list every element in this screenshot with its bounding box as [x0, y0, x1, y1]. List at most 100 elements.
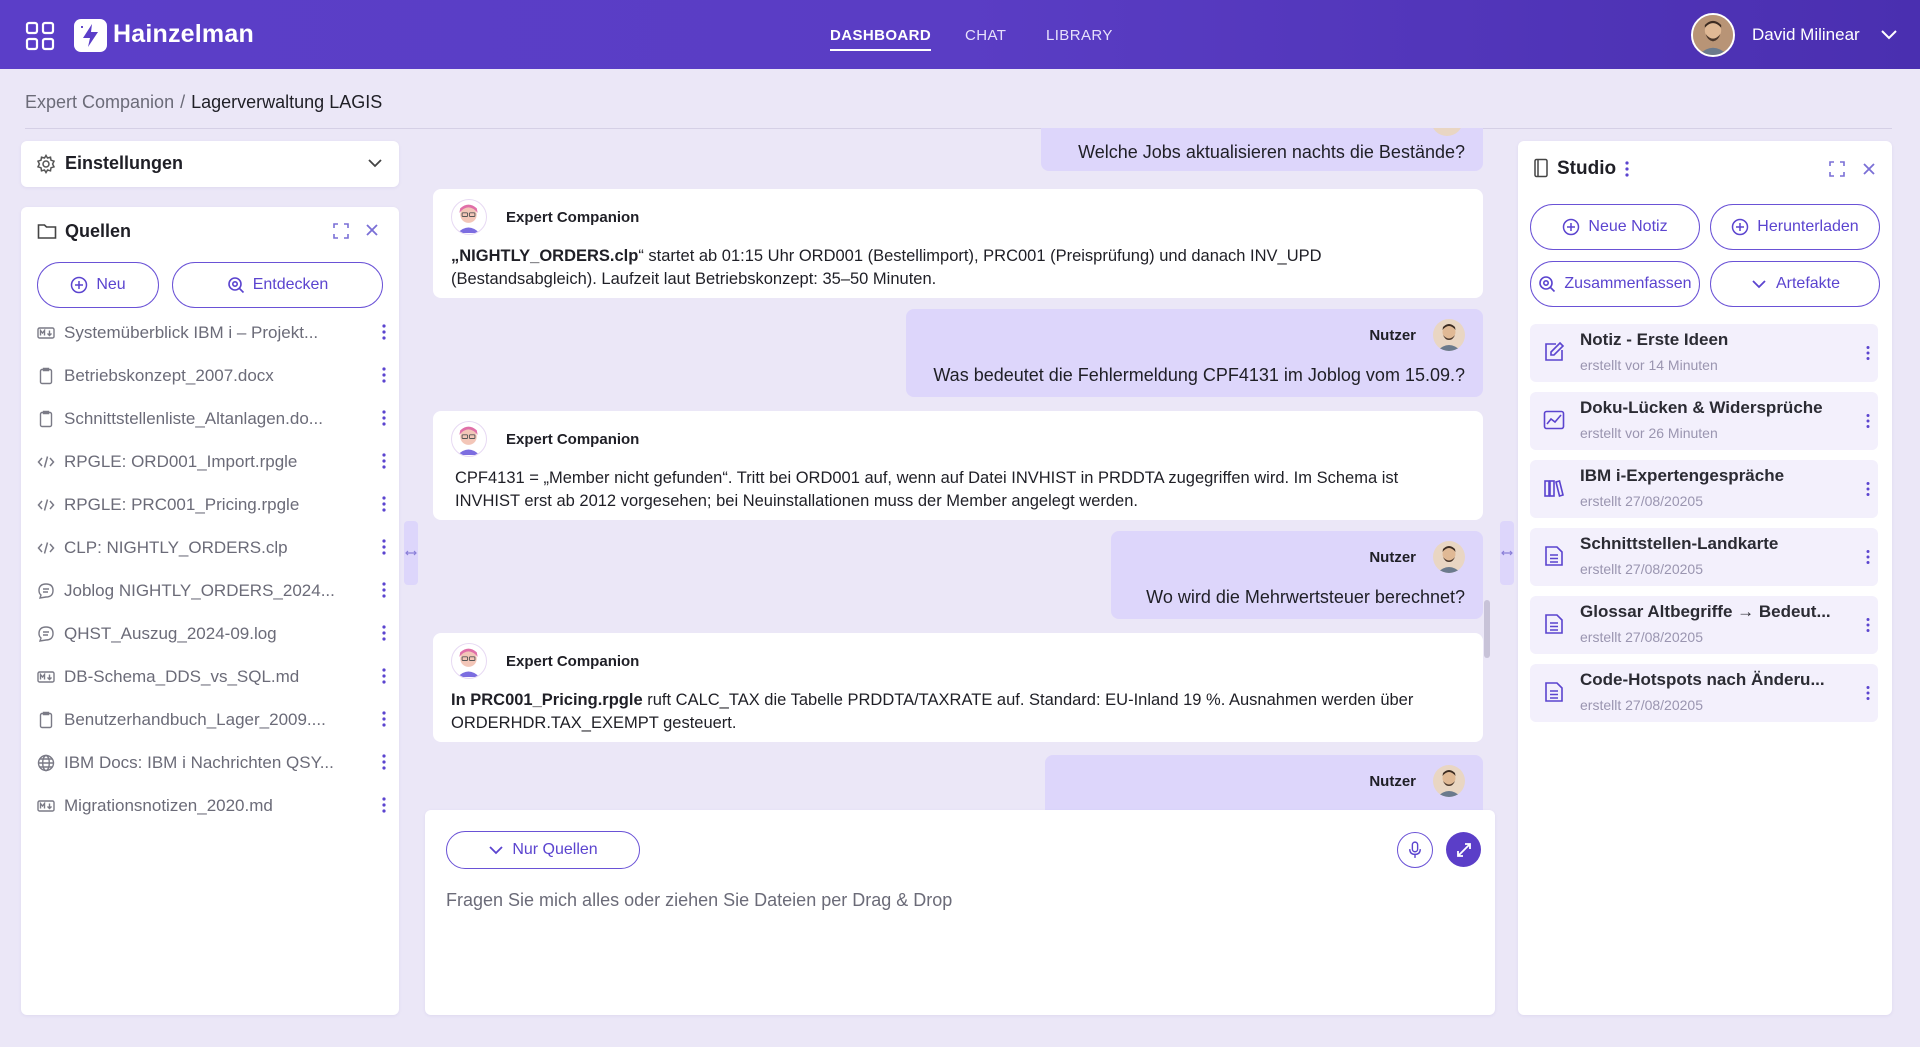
plus-circle-icon	[1563, 218, 1580, 236]
file-text-icon	[1542, 612, 1566, 636]
source-item-label: Benutzerhandbuch_Lager_2009....	[64, 709, 326, 729]
breadcrumb-parent[interactable]: Expert Companion	[25, 92, 174, 112]
markdown-icon	[37, 797, 55, 815]
more-vertical-icon[interactable]	[1866, 481, 1870, 497]
source-item[interactable]: Joblog NIGHTLY_ORDERS_2024...	[37, 569, 387, 612]
more-vertical-icon[interactable]	[382, 323, 386, 341]
artifact-item[interactable]: Schnittstellen-Landkarte erstellt 27/08/2…	[1530, 528, 1878, 586]
nav-dashboard[interactable]: DASHBOARD	[830, 27, 932, 51]
source-item-label: RPGLE: PRC001_Pricing.rpgle	[64, 494, 300, 514]
source-item[interactable]: Systemüberblick IBM i – Projekt...	[37, 311, 387, 354]
more-vertical-icon[interactable]	[382, 624, 386, 642]
source-item[interactable]: RPGLE: PRC001_Pricing.rpgle	[37, 483, 387, 526]
more-vertical-icon[interactable]	[382, 710, 386, 728]
right-resize-handle[interactable]	[1500, 521, 1514, 585]
source-item[interactable]: CLP: NIGHTLY_ORDERS.clp	[37, 526, 387, 569]
more-vertical-icon[interactable]	[382, 753, 386, 771]
artifact-title: IBM i-Expertengespräche	[1580, 466, 1785, 485]
more-vertical-icon[interactable]	[382, 366, 386, 384]
artifact-subtitle: erstellt 27/08/20205	[1580, 561, 1703, 577]
close-icon[interactable]	[365, 223, 379, 237]
settings-panel[interactable]: Einstellungen	[21, 141, 399, 187]
new-source-button[interactable]: Neu	[37, 262, 159, 308]
more-vertical-icon[interactable]	[382, 667, 386, 685]
file-text-icon	[1542, 544, 1566, 568]
source-item[interactable]: Benutzerhandbuch_Lager_2009....	[37, 698, 387, 741]
expand-send-button[interactable]	[1446, 832, 1481, 867]
artifact-item[interactable]: IBM i-Expertengespräche erstellt 27/08/20…	[1530, 460, 1878, 518]
nav-library[interactable]: LIBRARY	[1046, 27, 1113, 44]
bot-avatar	[451, 199, 487, 235]
plus-circle-icon	[71, 276, 88, 294]
sources-panel: Quellen Neu Entdecken Systemüberblick IB…	[21, 207, 399, 1015]
more-vertical-icon[interactable]	[1625, 160, 1629, 178]
artifact-item[interactable]: Doku-Lücken & Widersprüche erstellt vor 2…	[1530, 392, 1878, 450]
more-vertical-icon[interactable]	[1866, 413, 1870, 429]
chat-scrollbar[interactable]	[1484, 600, 1490, 658]
chat-input[interactable]: Fragen Sie mich alles oder ziehen Sie Da…	[446, 890, 952, 911]
left-resize-handle[interactable]	[404, 521, 418, 585]
chevron-down-icon	[1752, 280, 1766, 289]
download-label: Herunterladen	[1757, 218, 1859, 235]
source-item-label: RPGLE: ORD001_Import.rpgle	[64, 451, 298, 471]
user-name[interactable]: David Milinear	[1752, 25, 1860, 45]
artifact-title: Notiz - Erste Ideen	[1580, 330, 1729, 349]
user-avatar[interactable]	[1691, 13, 1735, 57]
source-item-label: DB-Schema_DDS_vs_SQL.md	[64, 666, 300, 686]
source-item-label: IBM Docs: IBM i Nachrichten QSY...	[64, 752, 334, 772]
source-item[interactable]: QHST_Auszug_2024-09.log	[37, 612, 387, 655]
avatar	[1433, 319, 1465, 351]
source-item[interactable]: RPGLE: ORD001_Import.rpgle	[37, 440, 387, 483]
expand-icon[interactable]	[333, 223, 349, 239]
user-name-label: Nutzer	[1369, 549, 1416, 566]
avatar	[1433, 765, 1465, 797]
more-vertical-icon[interactable]	[382, 495, 386, 513]
chat-messages[interactable]: Welche Jobs aktualisieren nachts die Bes…	[425, 128, 1495, 810]
artifact-item[interactable]: Glossar Altbegriffe → Bedeut... erstellt …	[1530, 596, 1878, 654]
bot-message: Expert Companion „NIGHTLY_ORDERS.clp“ st…	[433, 189, 1483, 298]
expand-icon[interactable]	[1829, 161, 1845, 177]
close-icon[interactable]	[1862, 162, 1876, 176]
only-sources-button[interactable]: Nur Quellen	[446, 831, 640, 869]
new-note-label: Neue Notiz	[1588, 218, 1668, 235]
new-note-button[interactable]: Neue Notiz	[1530, 204, 1700, 250]
artifact-item[interactable]: Notiz - Erste Ideen erstellt vor 14 Minut…	[1530, 324, 1878, 382]
source-item[interactable]: DB-Schema_DDS_vs_SQL.md	[37, 655, 387, 698]
more-vertical-icon[interactable]	[1866, 549, 1870, 565]
more-vertical-icon[interactable]	[1866, 617, 1870, 633]
more-vertical-icon[interactable]	[382, 409, 386, 427]
source-item[interactable]: Betriebskonzept_2007.docx	[37, 354, 387, 397]
more-vertical-icon[interactable]	[382, 452, 386, 470]
download-button[interactable]: Herunterladen	[1710, 204, 1880, 250]
more-vertical-icon[interactable]	[1866, 685, 1870, 701]
summarize-button[interactable]: Zusammenfassen	[1530, 261, 1700, 307]
only-sources-label: Nur Quellen	[512, 841, 598, 858]
artifact-item[interactable]: Code-Hotspots nach Änderu... erstellt 27/…	[1530, 664, 1878, 722]
source-item[interactable]: Migrationsnotizen_2020.md	[37, 784, 387, 827]
microphone-button[interactable]	[1397, 832, 1433, 868]
discover-button[interactable]: Entdecken	[172, 262, 383, 308]
plus-circle-icon	[1732, 218, 1749, 236]
source-item[interactable]: Schnittstellenliste_Altanlagen.do...	[37, 397, 387, 440]
source-list: Systemüberblick IBM i – Projekt... Betrie…	[37, 311, 387, 827]
chevron-down-icon[interactable]	[367, 156, 383, 170]
more-vertical-icon[interactable]	[382, 581, 386, 599]
settings-title: Einstellungen	[65, 153, 184, 173]
bot-message-bold: In PRC001_Pricing.rpgle	[451, 691, 643, 709]
more-vertical-icon[interactable]	[1866, 345, 1870, 361]
chat-composer: Nur Quellen Fragen Sie mich alles oder z…	[425, 810, 1495, 1015]
nav-chat[interactable]: CHAT	[965, 27, 1006, 44]
more-vertical-icon[interactable]	[382, 538, 386, 556]
source-item[interactable]: IBM Docs: IBM i Nachrichten QSY...	[37, 741, 387, 784]
app-name: Hainzelman	[113, 20, 254, 48]
artifact-subtitle: erstellt 27/08/20205	[1580, 629, 1703, 645]
chevron-down-icon[interactable]	[1880, 27, 1898, 41]
search-icon	[1539, 276, 1556, 293]
code-icon	[37, 539, 55, 557]
artifacts-button[interactable]: Artefakte	[1710, 261, 1880, 307]
apps-grid-icon[interactable]	[25, 21, 55, 51]
search-icon	[227, 277, 244, 294]
artifact-title: Glossar Altbegriffe → Bedeut...	[1580, 602, 1831, 621]
notebook-icon	[1534, 158, 1548, 178]
more-vertical-icon[interactable]	[382, 796, 386, 814]
